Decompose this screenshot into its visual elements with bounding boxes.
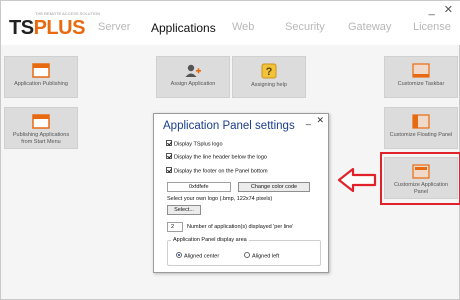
tile-label: Assigning help bbox=[251, 82, 287, 88]
panel-icon bbox=[412, 63, 430, 78]
radio-selected-icon[interactable] bbox=[176, 252, 182, 258]
display-area-title: Application Panel display area bbox=[171, 237, 249, 243]
radio-aligned-left[interactable]: Aligned left bbox=[244, 252, 280, 260]
tile-customize-floating-panel[interactable]: Customize Floating Panel bbox=[384, 107, 458, 149]
nav-security[interactable]: Security bbox=[285, 21, 325, 33]
window-icon bbox=[32, 63, 50, 78]
checkbox-label: Display the footer on the Panel bottom bbox=[174, 168, 268, 175]
tile-label: Assign Application bbox=[170, 81, 216, 87]
highlight-box bbox=[380, 152, 460, 205]
dialog-minimize-button[interactable]: _ bbox=[306, 115, 311, 125]
window-controls: _ ✕ bbox=[423, 3, 453, 16]
window-icon bbox=[32, 114, 50, 129]
display-area-group: Application Panel display area Aligned c… bbox=[167, 237, 321, 266]
minimize-button[interactable]: _ bbox=[429, 4, 435, 16]
dialog-controls: _ ✕ bbox=[303, 115, 324, 126]
logo-select-label: Select your own logo (.bmp, 122x74 pixel… bbox=[167, 196, 273, 202]
tile-label: Customize Taskbar bbox=[397, 81, 445, 87]
tile-publishing-from-start-menu[interactable]: Publishing Applications from Start Menu bbox=[4, 107, 78, 149]
header: TSPLUS THE REMOTE ACCESS SOLUTION _ ✕ Se… bbox=[1, 1, 460, 45]
checkbox-label: Display TSplus logo bbox=[174, 141, 223, 148]
apps-per-line-field[interactable]: 2 bbox=[167, 222, 183, 232]
dialog-close-button[interactable]: ✕ bbox=[316, 115, 324, 125]
color-code-value: 0xfdfefe bbox=[189, 184, 209, 190]
checkbox-checked-icon[interactable] bbox=[166, 153, 172, 159]
arrow-left-icon bbox=[337, 167, 377, 193]
tile-assign-application[interactable]: Assign Application bbox=[156, 56, 230, 98]
nav-license[interactable]: License bbox=[413, 21, 451, 33]
radio-unselected-icon[interactable] bbox=[244, 252, 250, 258]
tile-label: Publishing Applications from Start Menu bbox=[12, 132, 70, 145]
svg-text:?: ? bbox=[266, 66, 273, 78]
dialog-title: Application Panel settings bbox=[163, 120, 295, 132]
select-logo-button[interactable]: Select... bbox=[167, 205, 201, 215]
change-color-code-button[interactable]: Change color code bbox=[238, 182, 310, 192]
checkbox-display-logo[interactable]: Display TSplus logo bbox=[166, 140, 223, 148]
user-add-icon bbox=[185, 64, 201, 77]
nav-gateway[interactable]: Gateway bbox=[348, 21, 391, 33]
help-icon: ? bbox=[261, 63, 277, 79]
radio-label: Aligned left bbox=[252, 253, 280, 260]
tile-application-publishing[interactable]: Application Publishing bbox=[4, 56, 78, 98]
checkbox-display-footer[interactable]: Display the footer on the Panel bottom bbox=[166, 167, 268, 175]
main-window: TSPLUS THE REMOTE ACCESS SOLUTION _ ✕ Se… bbox=[0, 0, 460, 300]
application-panel-settings-dialog: Application Panel settings _ ✕ Display T… bbox=[153, 113, 329, 273]
checkbox-checked-icon[interactable] bbox=[166, 140, 172, 146]
checkbox-display-header[interactable]: Display the line header below the logo bbox=[166, 153, 267, 161]
panel-icon bbox=[412, 114, 430, 129]
radio-aligned-center[interactable]: Aligned center bbox=[176, 252, 220, 260]
color-code-field[interactable]: 0xfdfefe bbox=[167, 182, 231, 192]
top-nav: Server Applications Web Security Gateway… bbox=[1, 21, 460, 37]
close-button[interactable]: ✕ bbox=[444, 3, 453, 16]
tile-customize-taskbar[interactable]: Customize Taskbar bbox=[384, 56, 458, 98]
apps-per-line-label: Number of application(s) displayed 'per … bbox=[187, 224, 294, 230]
nav-web[interactable]: Web bbox=[232, 21, 254, 33]
logo-tagline: THE REMOTE ACCESS SOLUTION bbox=[35, 11, 101, 16]
nav-applications[interactable]: Applications bbox=[151, 21, 216, 35]
tile-label: Customize Floating Panel bbox=[389, 132, 453, 138]
nav-server[interactable]: Server bbox=[98, 21, 130, 33]
radio-label: Aligned center bbox=[184, 253, 220, 260]
checkbox-label: Display the line header below the logo bbox=[174, 154, 267, 161]
tile-label: Application Publishing bbox=[14, 81, 68, 87]
tile-assigning-help[interactable]: ? Assigning help bbox=[232, 56, 306, 98]
apps-per-line-value: 2 bbox=[171, 224, 175, 230]
checkbox-checked-icon[interactable] bbox=[166, 167, 172, 173]
